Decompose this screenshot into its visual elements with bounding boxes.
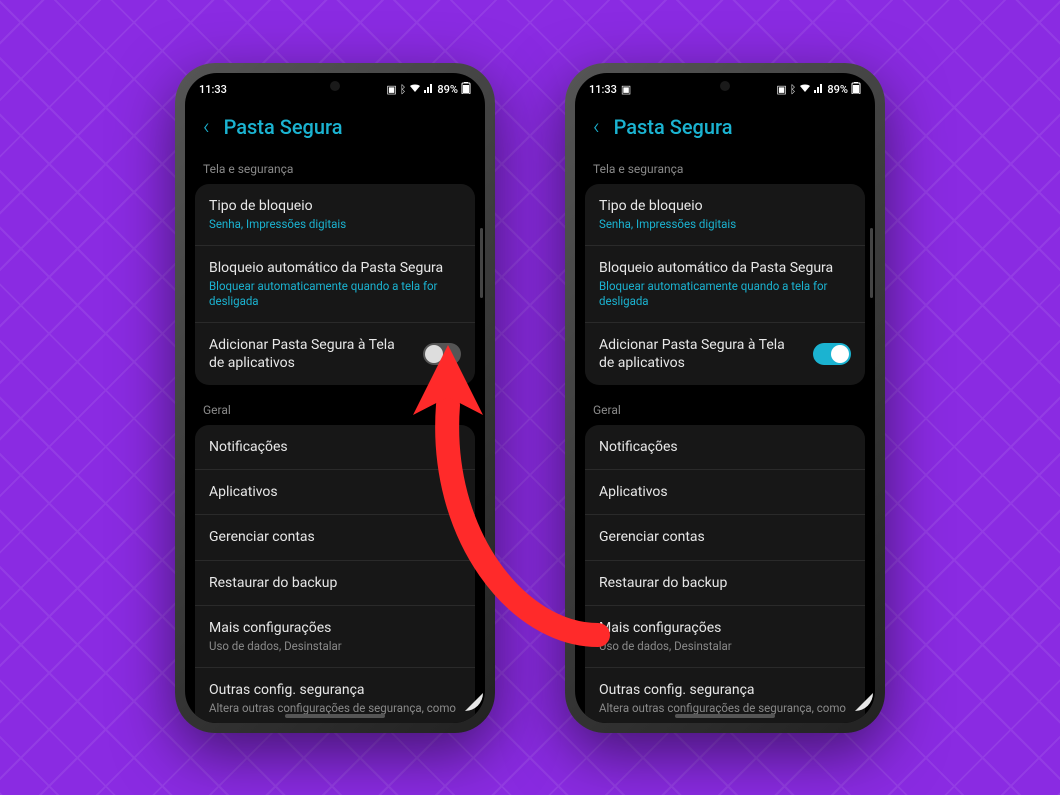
page-title: Pasta Segura bbox=[614, 115, 733, 139]
row-auto-lock[interactable]: Bloqueio automático da Pasta Segura Bloq… bbox=[195, 246, 475, 323]
row-apps[interactable]: Aplicativos bbox=[585, 470, 865, 515]
battery-icon bbox=[851, 82, 861, 97]
card-security: Tipo de bloqueio Senha, Impressões digit… bbox=[195, 184, 475, 386]
back-button[interactable]: ‹ bbox=[587, 115, 606, 140]
row-title: Restaurar do backup bbox=[599, 574, 851, 592]
row-add-to-apps[interactable]: Adicionar Pasta Segura à Tela de aplicat… bbox=[195, 323, 475, 385]
status-time: 11:33 bbox=[199, 83, 227, 96]
phone-screen: 11:33 ▣ ᛒ 89% ‹ bbox=[185, 73, 485, 723]
section-label-general: Geral bbox=[195, 397, 475, 425]
section-label-security: Tela e segurança bbox=[585, 156, 865, 184]
row-notifications[interactable]: Notificações bbox=[585, 425, 865, 470]
row-title: Mais configurações bbox=[209, 619, 461, 637]
row-title: Outras config. segurança bbox=[599, 681, 851, 699]
battery-percent: 89% bbox=[437, 83, 458, 96]
row-more-settings[interactable]: Mais configurações Uso de dados, Desinst… bbox=[585, 606, 865, 668]
row-title: Outras config. segurança bbox=[209, 681, 461, 699]
card-security: Tipo de bloqueio Senha, Impressões digit… bbox=[585, 184, 865, 386]
row-title: Aplicativos bbox=[599, 483, 851, 501]
row-auto-lock[interactable]: Bloqueio automático da Pasta Segura Bloq… bbox=[585, 246, 865, 323]
row-apps[interactable]: Aplicativos bbox=[195, 470, 475, 515]
row-title: Tipo de bloqueio bbox=[209, 197, 461, 215]
row-title: Adicionar Pasta Segura à Tela de aplicat… bbox=[599, 336, 801, 372]
row-notifications[interactable]: Notificações bbox=[195, 425, 475, 470]
section-label-security: Tela e segurança bbox=[195, 156, 475, 184]
scrollbar[interactable] bbox=[870, 228, 873, 298]
card-general: Notificações Aplicativos Gerenciar conta… bbox=[195, 425, 475, 722]
row-title: Gerenciar contas bbox=[209, 528, 461, 546]
phone-left: 11:33 ▣ ᛒ 89% ‹ bbox=[175, 63, 495, 733]
row-title: Bloqueio automático da Pasta Segura bbox=[209, 259, 461, 277]
card-general: Notificações Aplicativos Gerenciar conta… bbox=[585, 425, 865, 722]
row-more-settings[interactable]: Mais configurações Uso de dados, Desinst… bbox=[195, 606, 475, 668]
back-button[interactable]: ‹ bbox=[197, 115, 216, 140]
signal-icon bbox=[424, 83, 434, 96]
page-curl-icon bbox=[465, 693, 483, 711]
row-restore[interactable]: Restaurar do backup bbox=[585, 561, 865, 606]
row-title: Adicionar Pasta Segura à Tela de aplicat… bbox=[209, 336, 411, 372]
signal-icon bbox=[814, 83, 824, 96]
status-time: 11:33 bbox=[589, 83, 617, 96]
page-curl-icon bbox=[855, 693, 873, 711]
page-title: Pasta Segura bbox=[224, 115, 343, 139]
section-label-general: Geral bbox=[585, 397, 865, 425]
home-indicator[interactable] bbox=[285, 714, 385, 718]
row-subtitle: Senha, Impressões digitais bbox=[209, 217, 461, 232]
row-title: Gerenciar contas bbox=[599, 528, 851, 546]
page-header: ‹ Pasta Segura bbox=[185, 101, 485, 156]
volte-icon: ▣ bbox=[776, 83, 786, 96]
row-restore[interactable]: Restaurar do backup bbox=[195, 561, 475, 606]
bluetooth-icon: ᛒ bbox=[790, 83, 797, 96]
phone-screen: 11:33 ▣ ▣ ᛒ 89% bbox=[575, 73, 875, 723]
camera-notch bbox=[720, 81, 730, 91]
row-accounts[interactable]: Gerenciar contas bbox=[585, 515, 865, 560]
toggle-add-to-apps[interactable] bbox=[813, 343, 851, 365]
phone-right: 11:33 ▣ ▣ ᛒ 89% bbox=[565, 63, 885, 733]
row-lock-type[interactable]: Tipo de bloqueio Senha, Impressões digit… bbox=[585, 184, 865, 246]
toggle-add-to-apps[interactable] bbox=[423, 343, 461, 365]
phones-container: 11:33 ▣ ᛒ 89% ‹ bbox=[175, 63, 885, 733]
bluetooth-icon: ᛒ bbox=[400, 83, 407, 96]
battery-icon bbox=[461, 82, 471, 97]
row-title: Bloqueio automático da Pasta Segura bbox=[599, 259, 851, 277]
row-title: Tipo de bloqueio bbox=[599, 197, 851, 215]
row-title: Aplicativos bbox=[209, 483, 461, 501]
volte-icon: ▣ bbox=[386, 83, 396, 96]
row-lock-type[interactable]: Tipo de bloqueio Senha, Impressões digit… bbox=[195, 184, 475, 246]
row-subtitle: Uso de dados, Desinstalar bbox=[209, 639, 461, 654]
row-add-to-apps[interactable]: Adicionar Pasta Segura à Tela de aplicat… bbox=[585, 323, 865, 385]
page-header: ‹ Pasta Segura bbox=[575, 101, 875, 156]
row-subtitle: Bloquear automaticamente quando a tela f… bbox=[599, 279, 851, 309]
row-subtitle: Senha, Impressões digitais bbox=[599, 217, 851, 232]
row-title: Notificações bbox=[209, 438, 461, 456]
row-title: Restaurar do backup bbox=[209, 574, 461, 592]
home-indicator[interactable] bbox=[675, 714, 775, 718]
scrollbar[interactable] bbox=[480, 228, 483, 298]
screenshot-icon: ▣ bbox=[621, 83, 631, 96]
row-title: Notificações bbox=[599, 438, 851, 456]
wifi-icon bbox=[799, 83, 811, 96]
row-title: Mais configurações bbox=[599, 619, 851, 637]
wifi-icon bbox=[409, 83, 421, 96]
row-accounts[interactable]: Gerenciar contas bbox=[195, 515, 475, 560]
battery-percent: 89% bbox=[827, 83, 848, 96]
camera-notch bbox=[330, 81, 340, 91]
row-subtitle: Bloquear automaticamente quando a tela f… bbox=[209, 279, 461, 309]
row-subtitle: Uso de dados, Desinstalar bbox=[599, 639, 851, 654]
